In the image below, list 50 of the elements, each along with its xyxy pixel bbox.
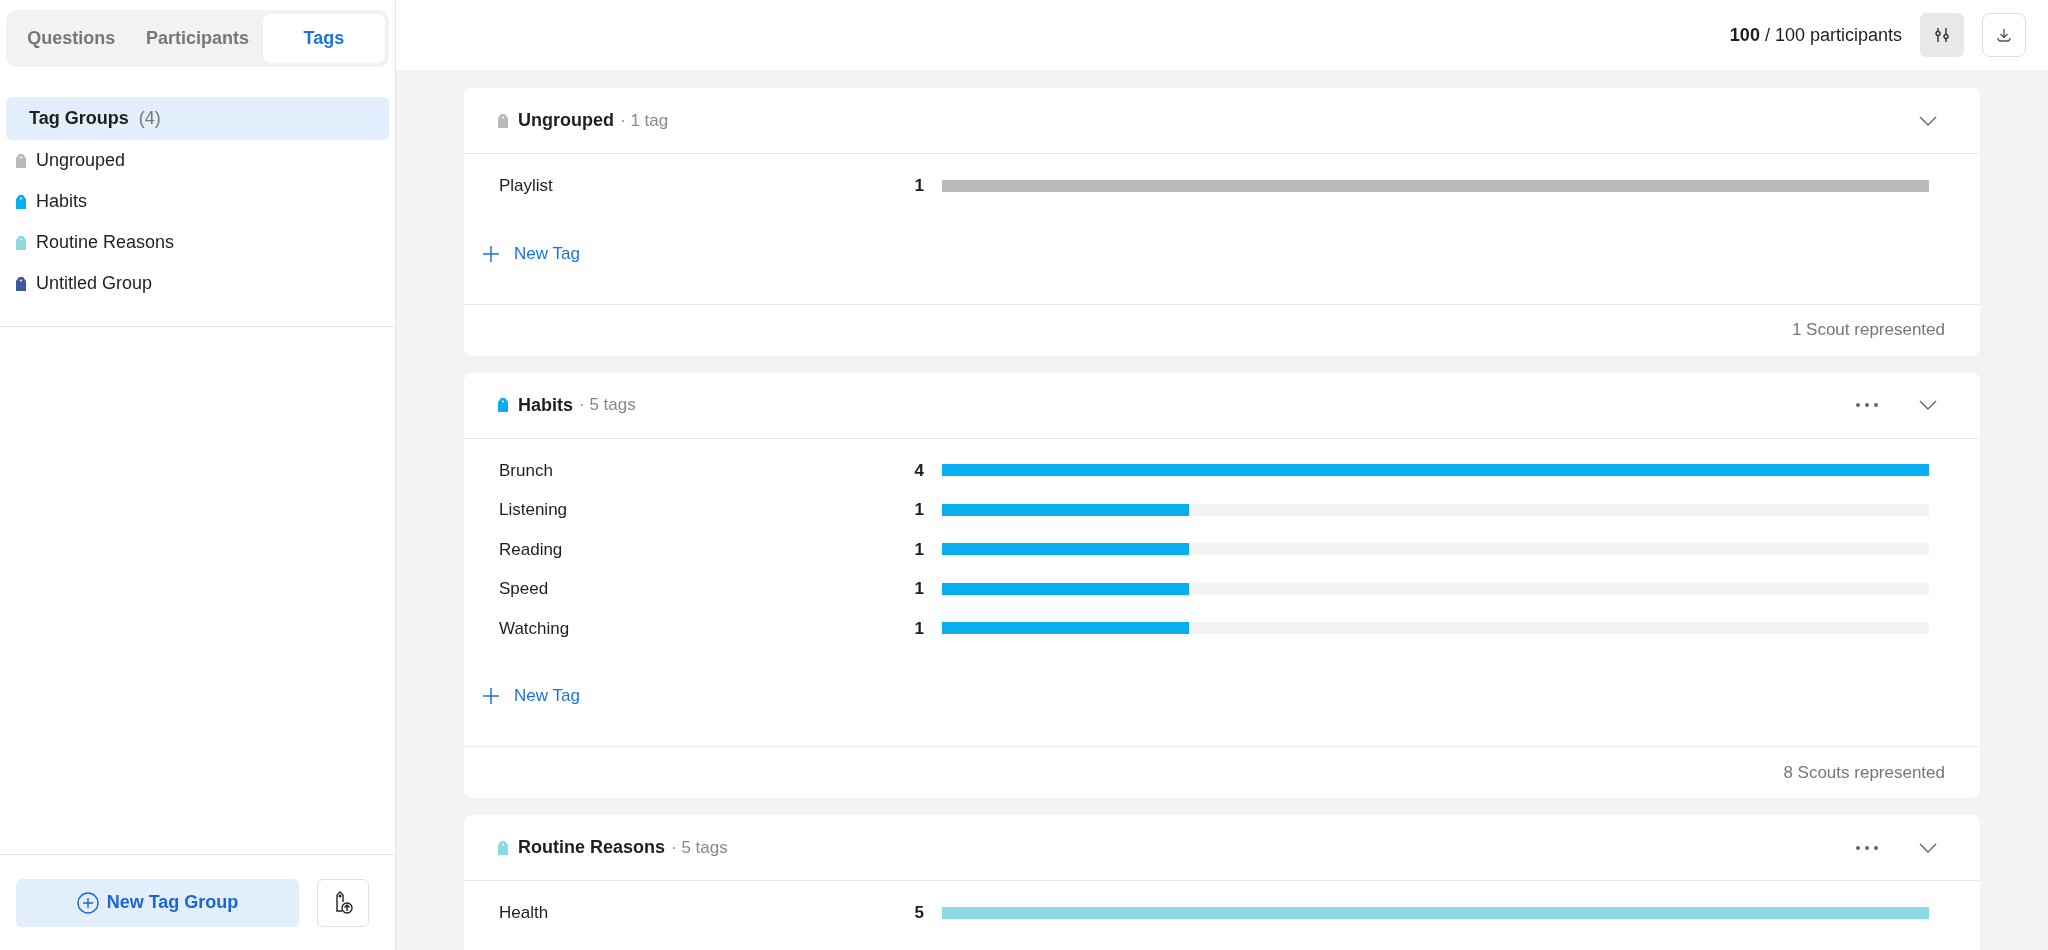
tag-label: Brunch (499, 459, 554, 482)
tag-label: Reading (499, 538, 564, 561)
sidebar-item[interactable]: Ungrouped (6, 140, 389, 181)
tag-count-value: 1 (913, 538, 924, 561)
more-icon (1856, 845, 1878, 850)
tag-groups-header[interactable]: Tag Groups (4) (6, 97, 389, 140)
tab[interactable]: Participants (136, 14, 259, 63)
download-button[interactable] (1982, 13, 2026, 57)
group-name: Routine Reasons (518, 836, 666, 859)
chevron-down-icon (1919, 400, 1937, 410)
filter-button[interactable] (1920, 13, 1964, 57)
plus-icon (482, 244, 500, 263)
plus-circle-icon (76, 891, 99, 914)
tag-count: · 5 tags (579, 394, 636, 417)
group-count: (4) (138, 107, 161, 130)
sidebar-item[interactable]: Untitled Group (6, 263, 389, 304)
sidebar-item[interactable]: Routine Reasons (6, 222, 389, 263)
group-name: Ungrouped (518, 109, 614, 132)
tab[interactable]: Tags (262, 14, 385, 63)
tag-groups-label: Tag Groups (29, 107, 129, 130)
tag-count-value: 5 (913, 902, 924, 924)
scouts-represented: 1 Scout represented (1791, 319, 1945, 342)
scouts-represented: 8 Scouts represented (1783, 761, 1945, 784)
tag-count-value: 1 (913, 617, 924, 640)
tag-label: Playlist (499, 175, 554, 197)
sliders-icon (1934, 27, 1950, 43)
group-name: Habits (518, 393, 573, 417)
tag-label: Speed (499, 578, 550, 600)
plus-icon (482, 687, 500, 705)
chevron-down-icon (1919, 115, 1937, 126)
download-icon (1996, 27, 2012, 43)
tag-count: · 1 tag (620, 109, 669, 132)
sidebar-item[interactable]: Habits (6, 181, 389, 222)
tag-label: Health (499, 902, 550, 924)
tag-label: Listening (499, 499, 569, 521)
tag-count-value: 1 (913, 578, 924, 600)
participant-count: 100 / 100 participants (1729, 23, 1902, 47)
tag-count: · 5 tags (671, 836, 728, 859)
chevron-down-icon (1919, 842, 1937, 853)
tab[interactable]: Questions (10, 14, 133, 63)
new-tag-group-button[interactable]: New Tag Group (16, 878, 299, 927)
tag-import-button[interactable] (317, 878, 369, 927)
tag-count-value: 4 (913, 459, 924, 482)
tag-label: Watching (499, 617, 571, 640)
new-tag-button[interactable]: New Tag (482, 241, 580, 266)
tag-count-value: 1 (913, 175, 924, 197)
new-tag-button[interactable]: New Tag (482, 684, 580, 708)
tag-count-value: 1 (913, 499, 924, 521)
tag-upload-icon (333, 890, 353, 915)
more-icon (1856, 403, 1878, 407)
